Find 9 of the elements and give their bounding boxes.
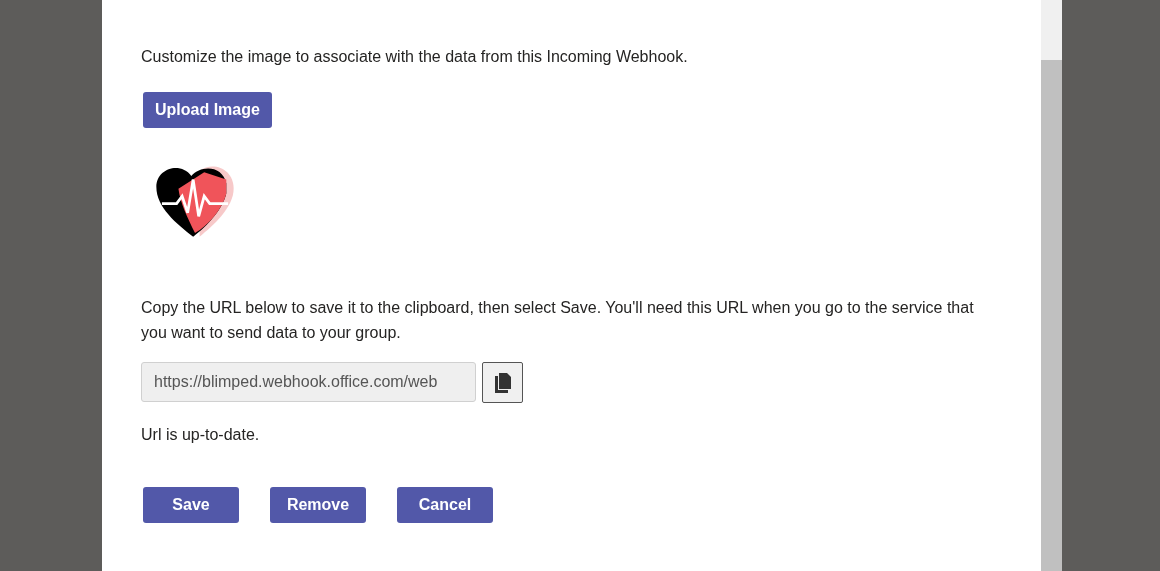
url-instruction-text: Copy the URL below to save it to the clipboard, then select Save. You'll need this URL when you go to the service that you want to send data to your group. xyxy=(141,298,975,343)
copy-icon xyxy=(493,371,512,394)
remove-button[interactable]: Remove xyxy=(270,487,366,523)
status-text: Url is up-to-date. xyxy=(141,425,260,445)
cancel-button[interactable]: Cancel xyxy=(397,487,493,523)
upload-image-button[interactable]: Upload Image xyxy=(143,92,272,128)
instruction-text: Customize the image to associate with the data from this Incoming Webhook. xyxy=(141,47,688,67)
save-button[interactable]: Save xyxy=(143,487,239,523)
copy-button[interactable] xyxy=(482,362,523,403)
